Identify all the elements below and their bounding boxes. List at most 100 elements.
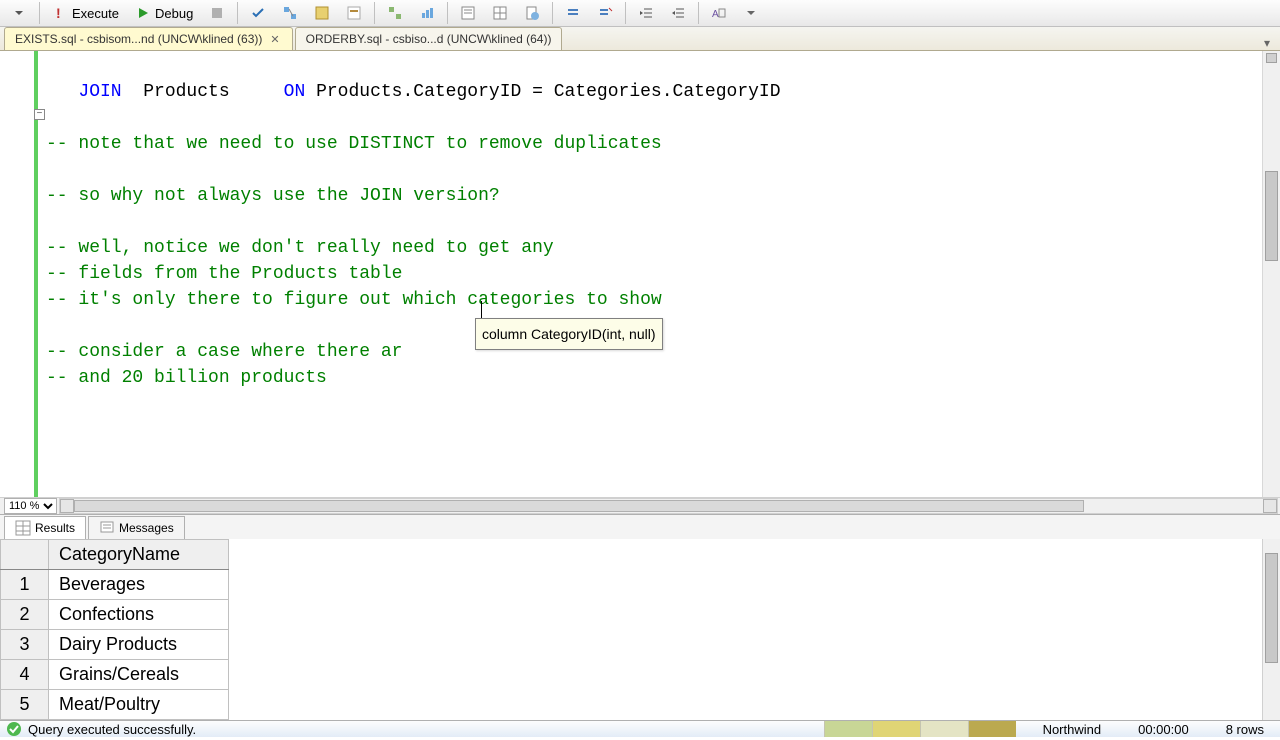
code-comment: -- note that we need to use DISTINCT to … xyxy=(46,134,662,154)
table-row[interactable]: 1 Beverages xyxy=(1,570,229,600)
uncomment-button[interactable] xyxy=(590,0,620,26)
table-row[interactable]: 4 Grains/Cereals xyxy=(1,660,229,690)
table-row[interactable]: 2 Confections xyxy=(1,600,229,630)
editor-gutter: − xyxy=(0,51,38,497)
status-chip xyxy=(920,721,968,737)
intellisense-tooltip: column CategoryID(int, null) xyxy=(475,318,663,350)
code-keyword: JOIN xyxy=(46,82,143,102)
include-actual-plan-button[interactable] xyxy=(380,0,410,26)
code-text: Products.CategoryID = Categories.Categor… xyxy=(316,82,780,102)
intellisense-icon xyxy=(346,5,362,21)
increase-indent-button[interactable] xyxy=(663,0,693,26)
debug-button[interactable]: Debug xyxy=(128,0,200,26)
scrollbar-thumb[interactable] xyxy=(1265,553,1278,663)
table-row[interactable]: 3 Dairy Products xyxy=(1,630,229,660)
cell-categoryname[interactable]: Meat/Poultry xyxy=(49,690,229,720)
cell-categoryname[interactable]: Confections xyxy=(49,600,229,630)
grid-header-row: CategoryName xyxy=(1,540,229,570)
document-tabstrip: EXISTS.sql - csbisom...nd (UNCW\klined (… xyxy=(0,27,1280,51)
status-database: Northwind xyxy=(1033,722,1112,737)
decrease-indent-button[interactable] xyxy=(631,0,661,26)
scroll-right-button[interactable] xyxy=(1263,499,1277,513)
close-icon[interactable]: ✕ xyxy=(268,33,281,46)
row-number[interactable]: 1 xyxy=(1,570,49,600)
toolbar-overflow-button[interactable] xyxy=(736,0,766,26)
status-row-count: 8 rows xyxy=(1216,722,1274,737)
editor-horizontal-scrollbar[interactable] xyxy=(59,498,1278,514)
results-vertical-scrollbar[interactable] xyxy=(1262,539,1280,720)
zoom-select[interactable]: 110 % xyxy=(4,498,57,514)
scrollbar-thumb[interactable] xyxy=(1265,171,1278,261)
tab-label: ORDERBY.sql - csbiso...d (UNCW\klined (6… xyxy=(306,32,552,46)
cell-categoryname[interactable]: Beverages xyxy=(49,570,229,600)
template-params-icon: A xyxy=(711,5,727,21)
code-keyword: ON xyxy=(284,82,316,102)
grid-results-icon xyxy=(492,5,508,21)
results-to-grid-button[interactable] xyxy=(485,0,515,26)
svg-text:!: ! xyxy=(56,5,61,21)
execute-button[interactable]: ! Execute xyxy=(45,0,126,26)
stop-button[interactable] xyxy=(202,0,232,26)
estimated-plan-button[interactable] xyxy=(275,0,305,26)
tab-label: EXISTS.sql - csbisom...nd (UNCW\klined (… xyxy=(15,32,262,46)
table-row[interactable]: 5 Meat/Poultry xyxy=(1,690,229,720)
results-grid[interactable]: CategoryName 1 Beverages 2 Confections 3… xyxy=(0,539,229,720)
success-icon xyxy=(6,721,22,737)
cell-categoryname[interactable]: Dairy Products xyxy=(49,630,229,660)
comment-button[interactable] xyxy=(558,0,588,26)
uncomment-icon xyxy=(597,5,613,21)
tab-list-dropdown[interactable]: ▾ xyxy=(1258,36,1276,50)
check-icon xyxy=(250,5,266,21)
column-header-categoryname[interactable]: CategoryName xyxy=(49,540,229,570)
messages-icon xyxy=(99,520,115,536)
code-text: Products xyxy=(143,82,283,102)
row-number[interactable]: 3 xyxy=(1,630,49,660)
file-results-icon xyxy=(524,5,540,21)
status-chip xyxy=(824,721,872,737)
indent-icon xyxy=(670,5,686,21)
tab-label: Results xyxy=(35,521,75,535)
plan-icon xyxy=(282,5,298,21)
code-comment: -- it's only there to figure out which c… xyxy=(46,290,662,310)
row-number[interactable]: 2 xyxy=(1,600,49,630)
row-number[interactable]: 5 xyxy=(1,690,49,720)
tab-messages[interactable]: Messages xyxy=(88,516,185,539)
stop-icon xyxy=(209,5,225,21)
specify-values-button[interactable]: A xyxy=(704,0,734,26)
sql-editor[interactable]: − JOIN Products ON Products.CategoryID =… xyxy=(0,51,1280,497)
code-comment: -- fields from the Products table xyxy=(46,264,402,284)
svg-text:A: A xyxy=(712,9,719,20)
editor-footer: 110 % xyxy=(0,497,1280,514)
scroll-left-button[interactable] xyxy=(60,499,74,513)
execute-icon: ! xyxy=(52,5,68,21)
stats-icon xyxy=(419,5,435,21)
editor-vertical-scrollbar[interactable] xyxy=(1262,51,1280,497)
execute-label: Execute xyxy=(72,6,119,21)
tab-exists-sql[interactable]: EXISTS.sql - csbisom...nd (UNCW\klined (… xyxy=(4,27,293,50)
code-comment: -- and 20 billion products xyxy=(46,368,327,388)
query-options-button[interactable] xyxy=(307,0,337,26)
row-number[interactable]: 4 xyxy=(1,660,49,690)
grid-icon xyxy=(15,520,31,536)
cell-categoryname[interactable]: Grains/Cereals xyxy=(49,660,229,690)
status-chip xyxy=(968,721,1016,737)
results-pane: Results Messages CategoryName 1 Beverage… xyxy=(0,514,1280,720)
intellisense-button[interactable] xyxy=(339,0,369,26)
parse-button[interactable] xyxy=(243,0,273,26)
status-elapsed-time: 00:00:00 xyxy=(1128,722,1199,737)
tab-label: Messages xyxy=(119,521,174,535)
include-stats-button[interactable] xyxy=(412,0,442,26)
comment-icon xyxy=(565,5,581,21)
row-header-corner[interactable] xyxy=(1,540,49,570)
status-chip xyxy=(872,721,920,737)
tab-results[interactable]: Results xyxy=(4,516,86,539)
tab-orderby-sql[interactable]: ORDERBY.sql - csbiso...d (UNCW\klined (6… xyxy=(295,27,563,50)
scrollbar-thumb[interactable] xyxy=(74,500,1084,512)
scroll-split-icon[interactable] xyxy=(1266,53,1277,63)
dropdown-button[interactable] xyxy=(4,0,34,26)
code-content[interactable]: JOIN Products ON Products.CategoryID = C… xyxy=(38,51,1262,497)
results-to-file-button[interactable] xyxy=(517,0,547,26)
dropdown-icon xyxy=(11,5,27,21)
results-to-text-button[interactable] xyxy=(453,0,483,26)
code-comment: -- well, notice we don't really need to … xyxy=(46,238,554,258)
